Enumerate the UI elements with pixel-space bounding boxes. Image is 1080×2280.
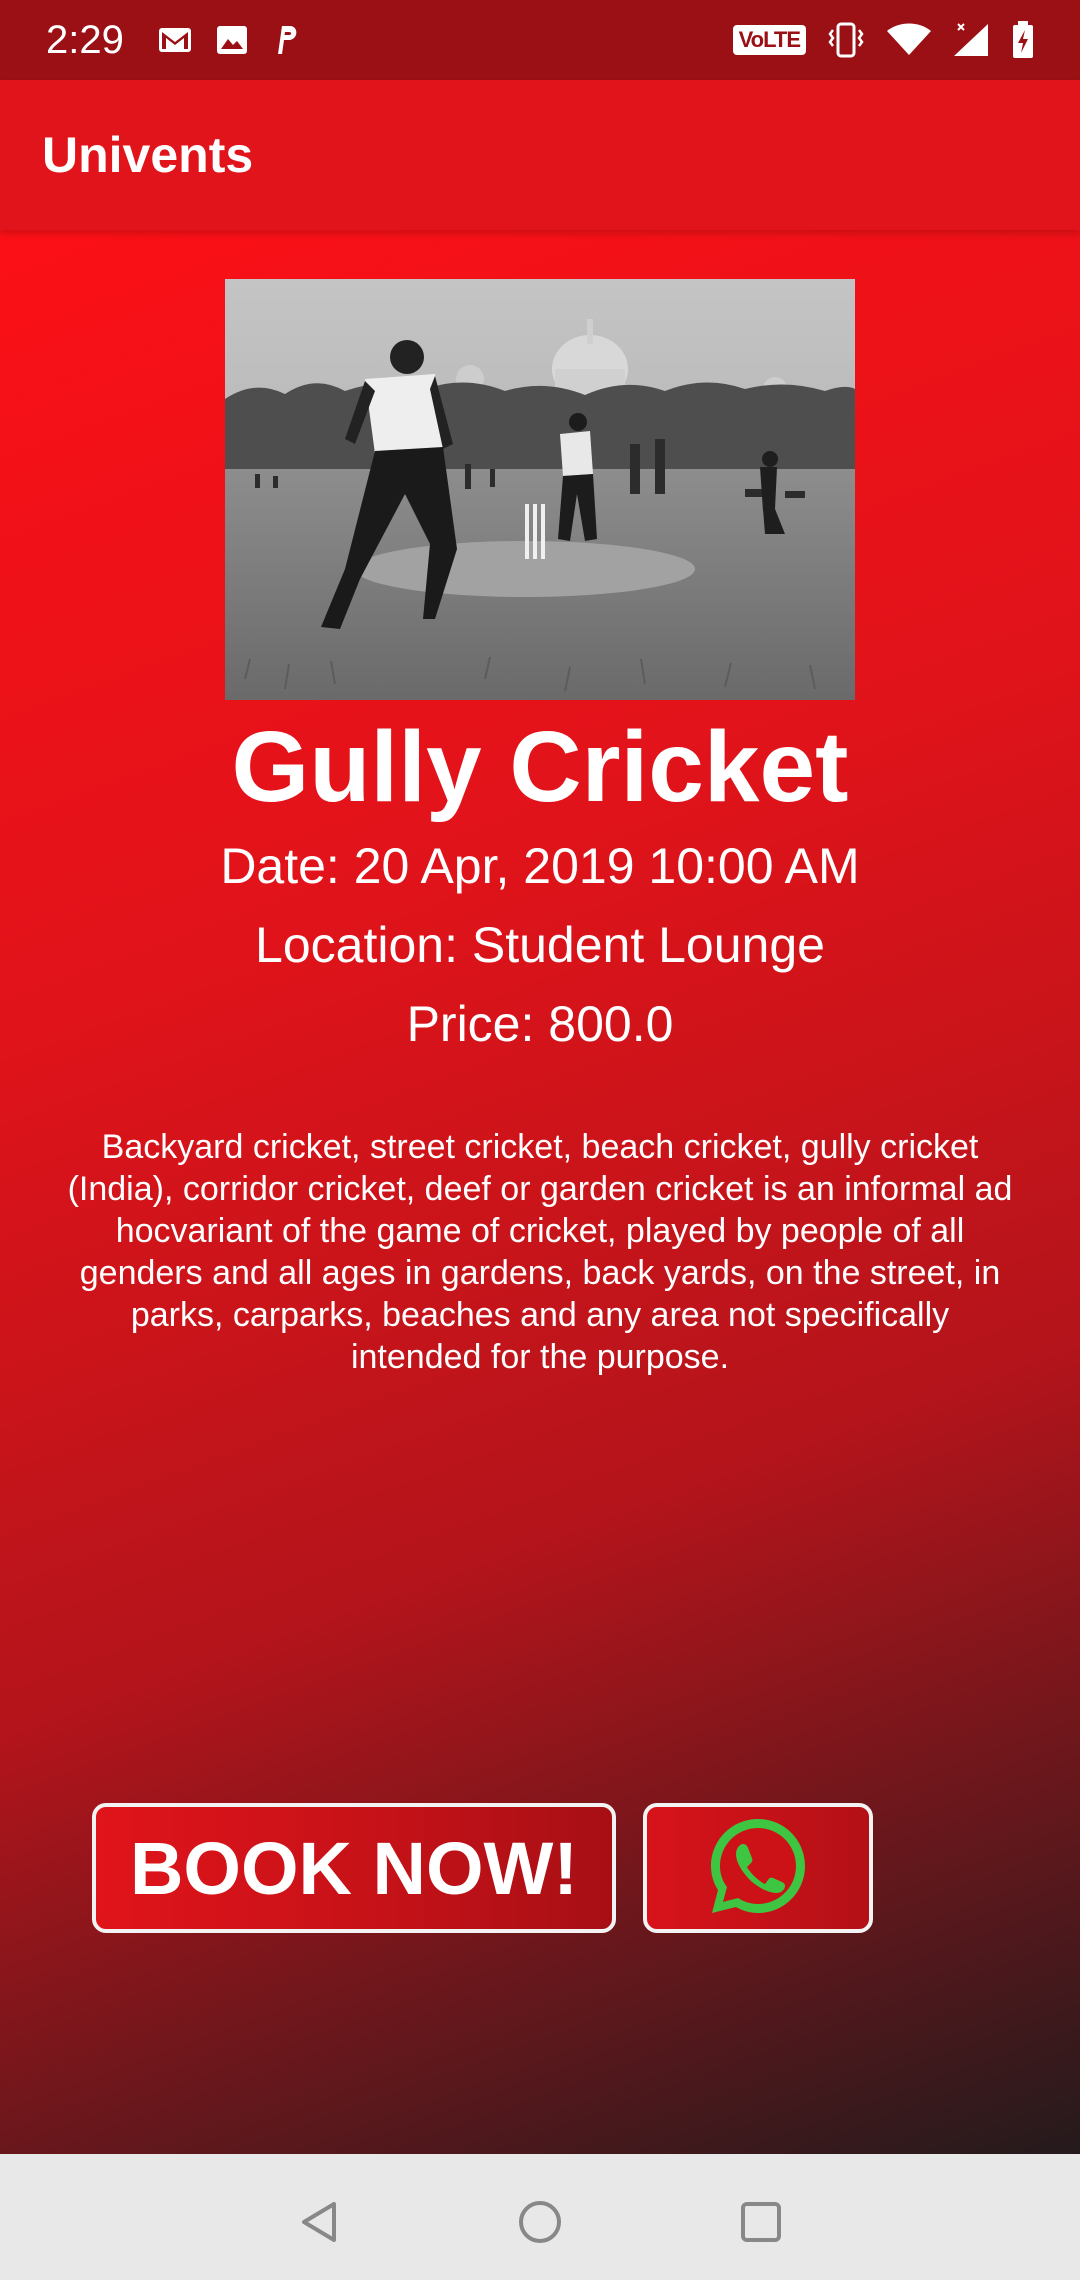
recents-icon[interactable] bbox=[731, 2192, 791, 2252]
status-time: 2:29 bbox=[46, 17, 124, 62]
back-icon[interactable] bbox=[290, 2192, 350, 2252]
event-date: Date: 20 Apr, 2019 10:00 AM bbox=[220, 838, 860, 894]
vibrate-icon bbox=[826, 22, 866, 58]
whatsapp-icon bbox=[703, 1811, 813, 1926]
event-image bbox=[225, 279, 855, 700]
p-app-icon bbox=[272, 24, 300, 56]
book-now-label: BOOK NOW! bbox=[129, 1826, 579, 1910]
volte-badge: VoLTE bbox=[732, 25, 806, 55]
image-icon bbox=[216, 25, 248, 55]
event-title: Gully Cricket bbox=[231, 711, 849, 823]
signal-icon bbox=[952, 22, 992, 58]
status-right-icons: VoLTE bbox=[732, 21, 1034, 59]
event-location: Location: Student Lounge bbox=[255, 917, 825, 973]
event-description: Backyard cricket, street cricket, beach … bbox=[67, 1128, 1013, 1376]
status-left-icons bbox=[158, 24, 300, 56]
navigation-bar bbox=[0, 2154, 1080, 2280]
book-now-button[interactable]: BOOK NOW! bbox=[92, 1803, 616, 1933]
app-title: Univents bbox=[42, 127, 254, 183]
status-bar: 2:29 VoLTE bbox=[0, 0, 1080, 80]
app-bar: Univents bbox=[0, 80, 1080, 230]
home-icon[interactable] bbox=[510, 2192, 570, 2252]
event-detail-content: Gully Cricket Date: 20 Apr, 2019 10:00 A… bbox=[0, 230, 1080, 2154]
gmail-icon bbox=[158, 26, 192, 54]
wifi-icon bbox=[886, 23, 932, 57]
whatsapp-share-button[interactable] bbox=[643, 1803, 873, 1933]
event-price: Price: 800.0 bbox=[406, 996, 674, 1052]
battery-charging-icon bbox=[1012, 21, 1034, 59]
